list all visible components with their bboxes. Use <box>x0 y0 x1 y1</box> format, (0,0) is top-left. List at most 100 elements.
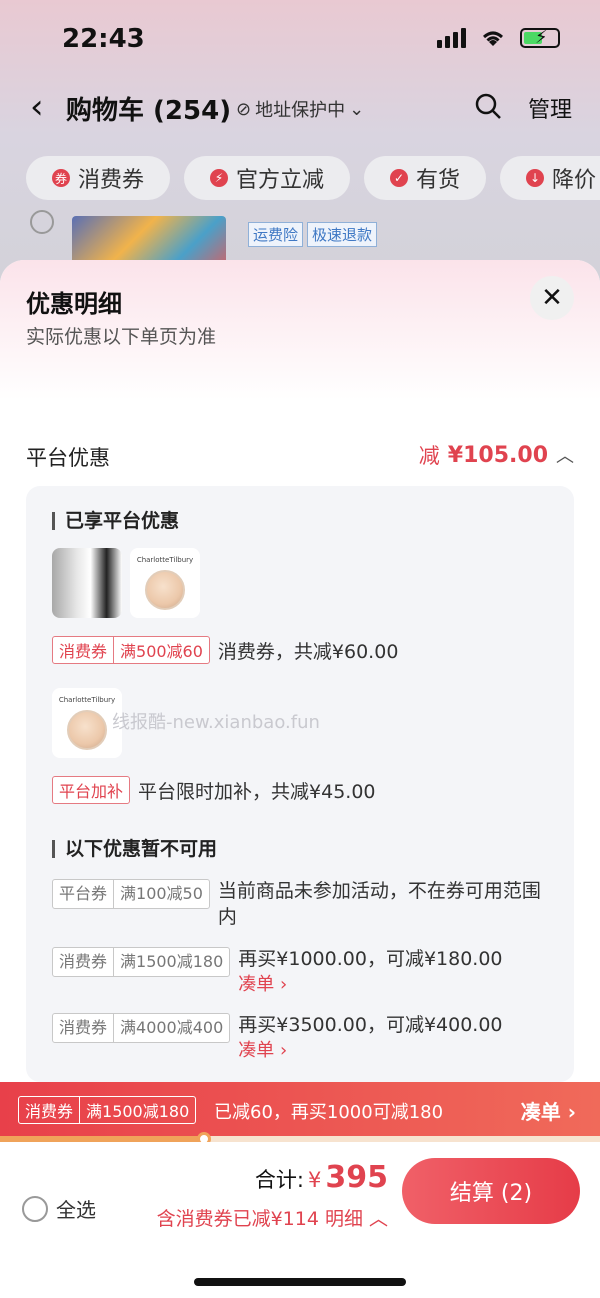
section-label: 平台优惠 <box>26 446 110 470</box>
close-icon: ✕ <box>541 283 563 313</box>
discount-detail-sheet: 优惠明细 实际优惠以下单页为准 ✕ 平台优惠 减 ¥105.00 ︿ 已享平台优… <box>0 260 600 1298</box>
signal-icon <box>437 28 466 48</box>
arrow-down-icon: ↓ <box>526 169 545 187</box>
unavailable-text: 再买¥3500.00，可减¥400.00 <box>238 1014 503 1036</box>
promo1-thumbnails: CharlotteTilbury <box>52 548 200 618</box>
fast-refund-tag: 极速退款 <box>307 222 378 247</box>
tag-type: 消费券 <box>59 952 108 971</box>
select-all-checkbox[interactable] <box>22 1195 48 1222</box>
status-bar: 22:43 ⚡ <box>0 18 600 62</box>
add-on-link[interactable]: 凑单 › <box>238 972 502 998</box>
shipping-insurance-tag: 运费险 <box>248 222 304 247</box>
section-amount: 减 ¥105.00 ︿ <box>419 440 574 470</box>
coupon-tag: 消费券 满500减60 <box>52 636 210 664</box>
sheet-subtitle: 实际优惠以下单页为准 <box>26 326 217 348</box>
chip-label: 降价 <box>552 168 597 193</box>
subsidy-tag: 平台加补 <box>52 776 131 804</box>
chevron-down-icon: ⌄ <box>349 98 365 120</box>
tag-rule: 满4000减400 <box>113 1014 229 1042</box>
product-thumb-compact[interactable]: CharlotteTilbury <box>130 548 200 618</box>
coupon-icon: 券 <box>52 169 70 187</box>
checkout-footer: 全选 合计: ¥ 395 含消费券已减¥114 明细 ︿ 结算 (2) <box>0 1142 600 1298</box>
coupon-tag: 平台券 满100减50 <box>52 879 210 909</box>
discount-detail-link[interactable]: 含消费券已减¥114 明细 ︿ <box>157 1204 388 1231</box>
currency-symbol: ¥ <box>308 1168 322 1192</box>
status-icons: ⚡ <box>437 27 560 48</box>
unavailable-item: 平台券 满100减50 当前商品未参加活动，不在券可用范围内 <box>52 878 552 930</box>
coupon-progress-banner[interactable]: 消费券 满1500减180 已减60，再买1000可减180 凑单 › <box>0 1082 600 1136</box>
coupon-tag: 消费券 满4000减400 <box>52 1013 231 1043</box>
unavailable-body: 再买¥3500.00，可减¥400.00 凑单 › <box>238 1012 502 1064</box>
chip-label: 官方立减 <box>236 168 325 193</box>
total-amount: 合计: ¥ 395 <box>255 1160 388 1195</box>
add-on-link[interactable]: 凑单 › <box>238 1038 502 1064</box>
home-indicator <box>194 1278 406 1286</box>
platform-discount-card: 已享平台优惠 CharlotteTilbury 消费券 满500减60 消费券，共… <box>26 486 574 1082</box>
product-thumb-clothes[interactable] <box>52 548 122 618</box>
tag-type: 消费券 <box>25 1102 74 1121</box>
chip-price-drop[interactable]: ↓ 降价 <box>500 156 600 200</box>
checkout-button[interactable]: 结算 (2) <box>402 1158 580 1224</box>
amount-value: ¥105.00 <box>447 442 548 468</box>
add-on-button[interactable]: 凑单 › <box>521 1096 576 1125</box>
status-time: 22:43 <box>62 24 145 54</box>
total-price: 395 <box>325 1160 388 1195</box>
tag-rule: 满1500减180 <box>79 1097 195 1123</box>
cart-page-background: 22:43 ⚡ ‹ 购物车 (254) ⊘ 地址保护中 ⌄ 管理 券消费券 ⚡ … <box>0 0 600 300</box>
chevron-up-icon[interactable]: ︿ <box>556 442 574 468</box>
promo1-text: 消费券，共减¥60.00 <box>217 640 399 663</box>
address-label: 地址保护中 <box>255 100 346 121</box>
promo2-line: 平台加补 平台限时加补，共减¥45.00 <box>52 776 376 804</box>
item-service-tags: 运费险 极速退款 <box>248 222 378 247</box>
unavailable-item: 消费券 满1500减180 再买¥1000.00，可减¥180.00 凑单 › <box>52 946 552 998</box>
tag-type: 平台券 <box>59 884 108 903</box>
eye-off-icon: ⊘ <box>236 98 252 120</box>
powder-compact-image <box>145 570 185 610</box>
promo1-line: 消费券 满500减60 消费券，共减¥60.00 <box>52 636 398 664</box>
select-all-label: 全选 <box>56 1198 96 1222</box>
unavailable-text: 当前商品未参加活动，不在券可用范围内 <box>217 880 541 928</box>
amount-prefix: 减 <box>418 444 440 468</box>
tag-type: 平台加补 <box>59 782 124 801</box>
cart-icon: ✓ <box>390 169 409 187</box>
chip-label: 有货 <box>416 168 461 193</box>
tag-rule: 满500减60 <box>113 637 209 663</box>
close-button[interactable]: ✕ <box>530 276 574 320</box>
battery-icon: ⚡ <box>520 27 560 48</box>
unavailable-body: 再买¥1000.00，可减¥180.00 凑单 › <box>238 946 502 998</box>
tag-type: 消费券 <box>59 642 108 661</box>
sheet-title: 优惠明细 <box>26 290 122 318</box>
promo2-text: 平台限时加补，共减¥45.00 <box>138 780 376 803</box>
unavailable-text: 再买¥1000.00，可减¥180.00 <box>238 948 503 970</box>
wifi-icon <box>483 31 503 46</box>
unavailable-heading: 以下优惠暂不可用 <box>52 840 217 859</box>
chip-coupon[interactable]: 券消费券 <box>26 156 171 200</box>
nav-bar: ‹ 购物车 (254) ⊘ 地址保护中 ⌄ 管理 <box>0 84 600 132</box>
total-label: 合计: <box>254 1168 304 1192</box>
coupon-tag: 消费券 满1500减180 <box>18 1096 197 1124</box>
brand-label: CharlotteTilbury <box>58 696 116 704</box>
coupon-tag: 消费券 满1500减180 <box>52 947 231 977</box>
brand-label: CharlotteTilbury <box>136 556 194 564</box>
address-protection[interactable]: ⊘ 地址保护中 ⌄ <box>236 96 364 122</box>
watermark: 线报酷-new.xianbao.fun <box>112 712 320 733</box>
item-checkbox[interactable] <box>30 210 54 234</box>
tag-type: 消费券 <box>59 1018 108 1037</box>
back-icon[interactable]: ‹ <box>30 90 44 124</box>
chip-label: 消费券 <box>78 168 145 193</box>
platform-discount-row[interactable]: 平台优惠 减 ¥105.00 ︿ <box>26 438 574 474</box>
chip-in-stock[interactable]: ✓ 有货 <box>364 156 487 200</box>
select-all[interactable]: 全选 <box>22 1194 96 1223</box>
tag-rule: 满1500减180 <box>113 948 229 976</box>
filter-chips: 券消费券 ⚡ 官方立减 ✓ 有货 ↓ 降价 <box>26 156 600 200</box>
unavailable-item: 消费券 满4000减400 再买¥3500.00，可减¥400.00 凑单 › <box>52 1012 552 1064</box>
bolt-icon: ⚡ <box>210 169 229 187</box>
enjoyed-heading: 已享平台优惠 <box>52 512 179 531</box>
tag-rule: 满100减50 <box>113 880 209 908</box>
manage-button[interactable]: 管理 <box>528 92 572 124</box>
search-icon[interactable] <box>474 92 502 120</box>
chip-official-discount[interactable]: ⚡ 官方立减 <box>184 156 351 200</box>
sheet-header: 优惠明细 实际优惠以下单页为准 ✕ <box>0 260 600 400</box>
powder-compact-image <box>67 710 107 750</box>
page-title: 购物车 (254) <box>66 96 232 126</box>
